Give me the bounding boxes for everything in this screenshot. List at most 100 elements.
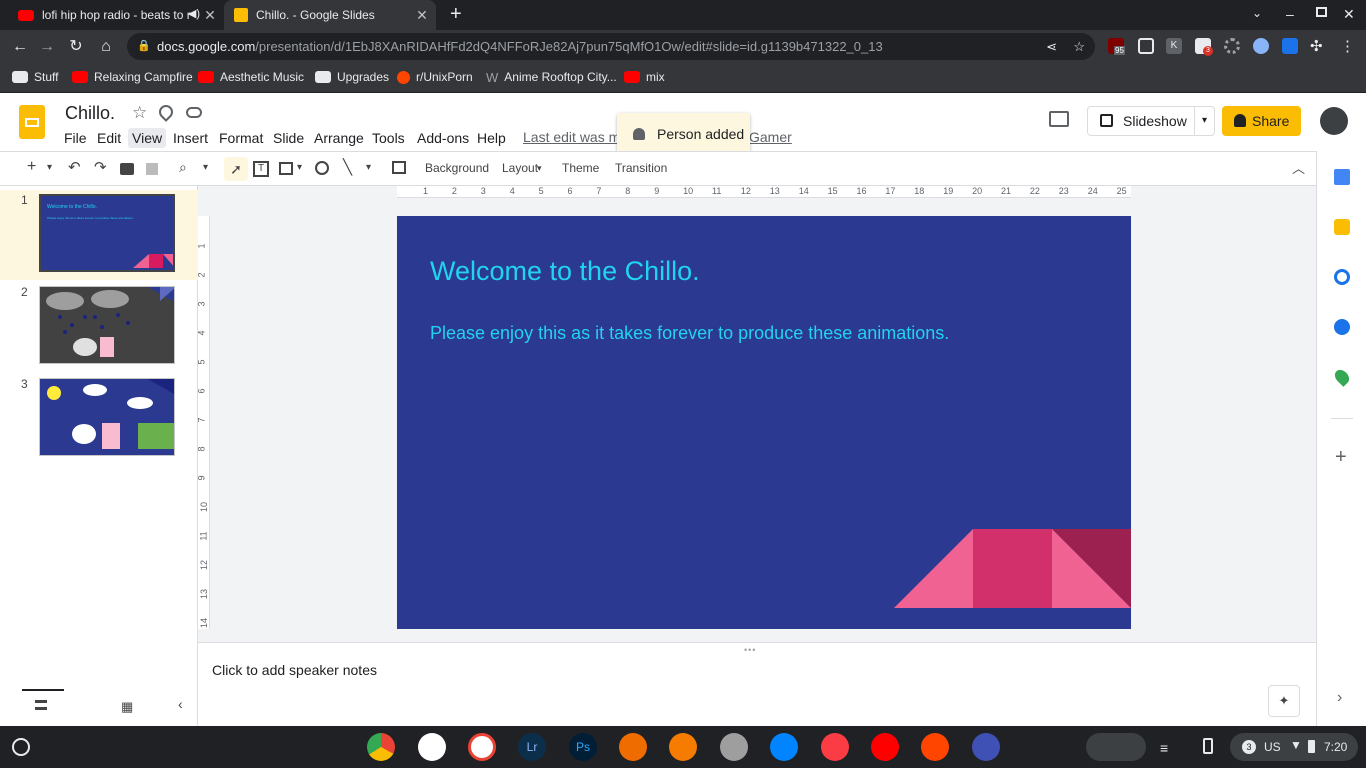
gear-extension-icon[interactable]	[1224, 38, 1240, 54]
select-cursor-icon[interactable]: ➚	[224, 157, 248, 181]
menu-arrange[interactable]: Arrange	[310, 128, 368, 148]
restore-icon[interactable]	[1316, 7, 1327, 17]
add-addon-icon[interactable]: +	[1335, 446, 1347, 469]
status-tray[interactable]: 3 US ▼ 7:20	[1230, 733, 1358, 761]
last-edit-link[interactable]: Last edit was ma	[523, 129, 628, 145]
speaker-notes[interactable]: ••• Click to add speaker notes ✦	[198, 642, 1316, 726]
slide-thumbnail-2[interactable]	[39, 286, 175, 364]
grid-view-icon[interactable]: ▦	[121, 699, 133, 715]
paint-format-icon[interactable]	[146, 163, 158, 175]
vlc-icon[interactable]	[669, 733, 697, 761]
explore-icon[interactable]: ✦	[1268, 685, 1300, 717]
lock-icon[interactable]: 🔒	[137, 33, 151, 60]
notes-placeholder[interactable]: Click to add speaker notes	[212, 662, 377, 678]
close-tab-icon[interactable]: ✕	[414, 7, 430, 23]
zoom-dropdown-icon[interactable]: ▾	[203, 162, 208, 173]
calendar-icon[interactable]	[1334, 169, 1350, 185]
new-slide-dropdown-icon[interactable]: ▾	[47, 162, 52, 173]
tote-icon[interactable]	[1086, 733, 1146, 761]
close-window-icon[interactable]: ✕	[1343, 6, 1355, 23]
play-store-icon[interactable]	[418, 733, 446, 761]
menu-addons[interactable]: Add-ons	[413, 128, 473, 148]
slideshow-dropdown-icon[interactable]: ▾	[1194, 107, 1214, 135]
contacts-icon[interactable]	[1334, 319, 1350, 335]
layout-button[interactable]: Layout	[502, 161, 538, 175]
theme-button[interactable]: Theme	[562, 161, 599, 175]
kebab-menu-icon[interactable]: ⋮	[1340, 37, 1355, 55]
menu-slide[interactable]: Slide	[269, 128, 308, 148]
lens-icon[interactable]	[1253, 38, 1269, 54]
maps-icon[interactable]	[1332, 367, 1352, 387]
current-slide[interactable]: Welcome to the Chillo. Please enjoy this…	[397, 216, 1131, 629]
folder-extension-icon[interactable]: 3	[1195, 38, 1213, 56]
ublock-icon[interactable]: 95	[1108, 38, 1125, 55]
launcher-icon[interactable]	[12, 738, 30, 756]
speaker-icon[interactable]: ◀)	[188, 7, 200, 20]
bookmark-upgrades[interactable]: Upgrades	[315, 63, 389, 91]
back-icon[interactable]: ←	[10, 37, 30, 57]
slides-logo[interactable]	[19, 105, 45, 139]
comments-icon[interactable]	[1049, 111, 1069, 127]
share-page-icon[interactable]: ⋖	[1046, 33, 1057, 60]
k-extension-icon[interactable]: K	[1166, 38, 1182, 54]
tasks-icon[interactable]	[1334, 269, 1350, 285]
forward-icon[interactable]: →	[37, 37, 57, 57]
messenger-icon[interactable]	[770, 733, 798, 761]
chrome-icon[interactable]	[367, 733, 395, 761]
tab-lofi[interactable]: lofi hip hop radio - beats to r ◀) ✕	[8, 0, 224, 30]
menu-file[interactable]: File	[60, 128, 91, 148]
gmail-icon[interactable]	[468, 733, 496, 761]
share-button[interactable]: Share	[1222, 106, 1301, 136]
menu-view[interactable]: View	[128, 128, 167, 148]
keep-icon[interactable]	[1334, 219, 1350, 235]
redo-icon[interactable]: ↷	[94, 158, 107, 176]
collapse-toolbar-icon[interactable]: ︿	[1292, 158, 1305, 177]
menu-help[interactable]: Help	[473, 128, 510, 148]
menu-tools[interactable]: Tools	[368, 128, 409, 148]
chrome-canary-icon[interactable]	[972, 733, 1000, 761]
menu-edit[interactable]: Edit	[93, 128, 125, 148]
bookmark-aesthetic[interactable]: Aesthetic Music	[198, 63, 304, 91]
star-icon[interactable]: ☆	[132, 103, 147, 123]
roblox-icon[interactable]	[720, 733, 748, 761]
phone-hub-icon[interactable]	[1203, 738, 1213, 754]
slide-thumbnail-3[interactable]	[39, 378, 175, 456]
image-icon[interactable]	[279, 162, 293, 175]
close-tab-icon[interactable]: ✕	[202, 7, 218, 23]
bookmark-campfire[interactable]: Relaxing Campfire	[72, 63, 193, 91]
photoshop-icon[interactable]: Ps	[569, 733, 597, 761]
collapse-filmstrip-icon[interactable]: ‹	[178, 696, 183, 712]
zoom-icon[interactable]: ⌕	[179, 159, 187, 176]
menu-insert[interactable]: Insert	[169, 128, 212, 148]
expand-panel-icon[interactable]: ›	[1337, 689, 1342, 707]
image-dropdown-icon[interactable]: ▾	[297, 162, 302, 173]
bookmark-stuff[interactable]: Stuff	[12, 63, 58, 91]
undo-icon[interactable]: ↶	[68, 158, 81, 176]
shape-icon[interactable]	[315, 161, 329, 175]
move-icon[interactable]	[156, 102, 176, 122]
home-icon[interactable]: ⌂	[96, 37, 116, 57]
puzzle-icon[interactable]: ✣	[1310, 37, 1323, 55]
slide-thumbnail-1[interactable]: Welcome to the Chillo. Please enjoy this…	[39, 194, 175, 272]
cloud-status-icon[interactable]	[186, 107, 202, 118]
slideshow-button[interactable]: Slideshow ▾	[1087, 106, 1215, 136]
resize-handle[interactable]: •••	[744, 645, 756, 655]
bookmark-rooftop[interactable]: W Anime Rooftop City...	[486, 63, 617, 91]
line-dropdown-icon[interactable]: ▾	[366, 162, 371, 173]
document-title[interactable]: Chillo.	[65, 103, 115, 124]
music-icon[interactable]	[821, 733, 849, 761]
reddit-app-icon[interactable]	[921, 733, 949, 761]
playlist-icon[interactable]: ≡	[1160, 740, 1168, 756]
line-icon[interactable]: ╲	[343, 158, 352, 176]
bookmark-star-icon[interactable]: ☆	[1073, 33, 1085, 60]
blue-extension-icon[interactable]	[1282, 38, 1298, 54]
print-icon[interactable]	[120, 163, 134, 175]
bookmark-mix[interactable]: mix	[624, 63, 665, 91]
new-slide-icon[interactable]: +	[27, 158, 36, 176]
minimize-icon[interactable]: –	[1286, 6, 1294, 22]
youtube-app-icon[interactable]	[871, 733, 899, 761]
last-edit-user[interactable]: Gamer	[749, 129, 792, 145]
lightroom-icon[interactable]: Lr	[518, 733, 546, 761]
filmstrip-view-icon[interactable]	[35, 700, 47, 710]
bookmark-unixporn[interactable]: r/UnixPorn	[397, 63, 473, 91]
